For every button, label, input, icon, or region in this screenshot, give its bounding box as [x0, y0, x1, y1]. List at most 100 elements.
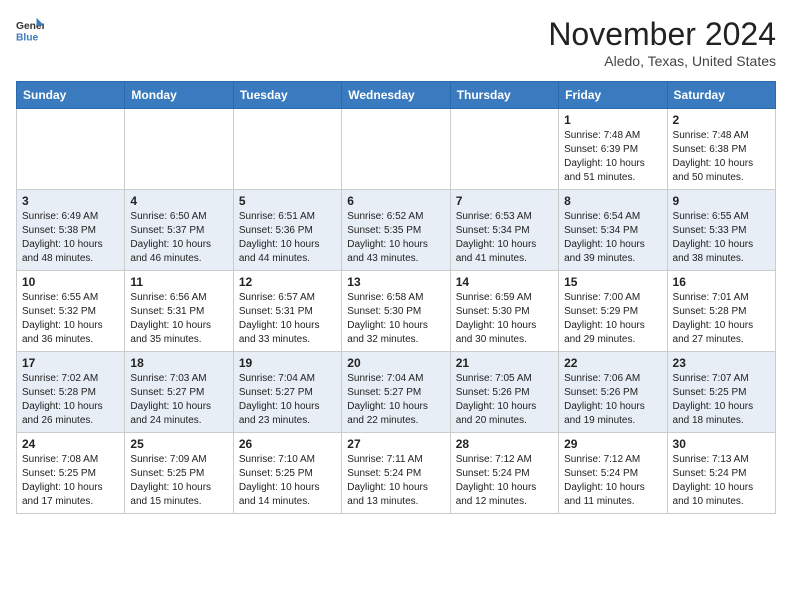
day-info: Sunrise: 7:03 AM Sunset: 5:27 PM Dayligh…	[130, 372, 227, 428]
day-number: 11	[130, 275, 227, 289]
day-info: Sunrise: 7:05 AM Sunset: 5:26 PM Dayligh…	[456, 372, 553, 428]
day-info: Sunrise: 7:08 AM Sunset: 5:25 PM Dayligh…	[22, 453, 119, 509]
day-number: 15	[564, 275, 661, 289]
day-info: Sunrise: 6:55 AM Sunset: 5:33 PM Dayligh…	[673, 210, 770, 266]
day-number: 24	[22, 437, 119, 451]
calendar-day-cell: 30Sunrise: 7:13 AM Sunset: 5:24 PM Dayli…	[667, 433, 775, 514]
calendar-day-cell: 23Sunrise: 7:07 AM Sunset: 5:25 PM Dayli…	[667, 352, 775, 433]
day-info: Sunrise: 6:58 AM Sunset: 5:30 PM Dayligh…	[347, 291, 444, 347]
calendar-day-cell: 25 Sunrise: 7:09 AM Sunset: 5:25 PM Dayli…	[125, 433, 233, 514]
calendar-week-row: 17 Sunrise: 7:02 AM Sunset: 5:28 PM Dayli…	[17, 352, 776, 433]
calendar-header-row: SundayMondayTuesdayWednesdayThursdayFrid…	[17, 82, 776, 109]
calendar-week-row: 24 Sunrise: 7:08 AM Sunset: 5:25 PM Dayli…	[17, 433, 776, 514]
calendar-body: 1 Sunrise: 7:48 AM Sunset: 6:39 PM Daylig…	[17, 109, 776, 514]
calendar-day-cell: 13 Sunrise: 6:58 AM Sunset: 5:30 PM Dayli…	[342, 271, 450, 352]
calendar-header-cell: Tuesday	[233, 82, 341, 109]
day-number: 27	[347, 437, 444, 451]
day-number: 7	[456, 194, 553, 208]
calendar-day-cell: 28 Sunrise: 7:12 AM Sunset: 5:24 PM Dayli…	[450, 433, 558, 514]
calendar-day-cell: 16 Sunrise: 7:01 AM Sunset: 5:28 PM Dayli…	[667, 271, 775, 352]
calendar-empty-cell	[342, 109, 450, 190]
calendar-week-row: 1 Sunrise: 7:48 AM Sunset: 6:39 PM Daylig…	[17, 109, 776, 190]
day-number: 28	[456, 437, 553, 451]
calendar-day-cell: 22Sunrise: 7:06 AM Sunset: 5:26 PM Dayli…	[559, 352, 667, 433]
page-header: General Blue November 2024 Aledo, Texas,…	[16, 16, 776, 69]
calendar-day-cell: 5 Sunrise: 6:51 AM Sunset: 5:36 PM Daylig…	[233, 190, 341, 271]
title-area: November 2024 Aledo, Texas, United State…	[548, 16, 776, 69]
day-number: 13	[347, 275, 444, 289]
day-info: Sunrise: 6:59 AM Sunset: 5:30 PM Dayligh…	[456, 291, 553, 347]
day-info: Sunrise: 7:48 AM Sunset: 6:38 PM Dayligh…	[673, 129, 770, 185]
day-info: Sunrise: 7:48 AM Sunset: 6:39 PM Dayligh…	[564, 129, 661, 185]
day-number: 14	[456, 275, 553, 289]
day-info: Sunrise: 6:51 AM Sunset: 5:36 PM Dayligh…	[239, 210, 336, 266]
calendar-day-cell: 18Sunrise: 7:03 AM Sunset: 5:27 PM Dayli…	[125, 352, 233, 433]
day-number: 4	[130, 194, 227, 208]
day-info: Sunrise: 7:02 AM Sunset: 5:28 PM Dayligh…	[22, 372, 119, 428]
logo-icon: General Blue	[16, 16, 44, 44]
calendar-day-cell: 27 Sunrise: 7:11 AM Sunset: 5:24 PM Dayli…	[342, 433, 450, 514]
calendar-day-cell: 1 Sunrise: 7:48 AM Sunset: 6:39 PM Daylig…	[559, 109, 667, 190]
calendar-empty-cell	[125, 109, 233, 190]
day-info: Sunrise: 6:54 AM Sunset: 5:34 PM Dayligh…	[564, 210, 661, 266]
calendar-header-cell: Sunday	[17, 82, 125, 109]
calendar-header-cell: Wednesday	[342, 82, 450, 109]
calendar-header-cell: Monday	[125, 82, 233, 109]
calendar-day-cell: 10Sunrise: 6:55 AM Sunset: 5:32 PM Dayli…	[17, 271, 125, 352]
day-number: 9	[673, 194, 770, 208]
day-number: 23	[673, 356, 770, 370]
calendar-empty-cell	[17, 109, 125, 190]
day-info: Sunrise: 7:04 AM Sunset: 5:27 PM Dayligh…	[347, 372, 444, 428]
day-number: 21	[456, 356, 553, 370]
calendar-week-row: 10Sunrise: 6:55 AM Sunset: 5:32 PM Dayli…	[17, 271, 776, 352]
calendar-day-cell: 12 Sunrise: 6:57 AM Sunset: 5:31 PM Dayli…	[233, 271, 341, 352]
calendar-day-cell: 11 Sunrise: 6:56 AM Sunset: 5:31 PM Dayli…	[125, 271, 233, 352]
calendar-header-cell: Friday	[559, 82, 667, 109]
day-number: 6	[347, 194, 444, 208]
day-info: Sunrise: 6:49 AM Sunset: 5:38 PM Dayligh…	[22, 210, 119, 266]
day-number: 12	[239, 275, 336, 289]
day-number: 19	[239, 356, 336, 370]
day-number: 17	[22, 356, 119, 370]
calendar-day-cell: 9 Sunrise: 6:55 AM Sunset: 5:33 PM Daylig…	[667, 190, 775, 271]
calendar-empty-cell	[233, 109, 341, 190]
day-number: 26	[239, 437, 336, 451]
day-info: Sunrise: 6:56 AM Sunset: 5:31 PM Dayligh…	[130, 291, 227, 347]
day-number: 29	[564, 437, 661, 451]
day-number: 2	[673, 113, 770, 127]
day-info: Sunrise: 6:52 AM Sunset: 5:35 PM Dayligh…	[347, 210, 444, 266]
calendar-day-cell: 4 Sunrise: 6:50 AM Sunset: 5:37 PM Daylig…	[125, 190, 233, 271]
day-info: Sunrise: 6:57 AM Sunset: 5:31 PM Dayligh…	[239, 291, 336, 347]
day-info: Sunrise: 7:10 AM Sunset: 5:25 PM Dayligh…	[239, 453, 336, 509]
day-info: Sunrise: 6:50 AM Sunset: 5:37 PM Dayligh…	[130, 210, 227, 266]
day-info: Sunrise: 7:04 AM Sunset: 5:27 PM Dayligh…	[239, 372, 336, 428]
day-info: Sunrise: 7:00 AM Sunset: 5:29 PM Dayligh…	[564, 291, 661, 347]
calendar-day-cell: 20 Sunrise: 7:04 AM Sunset: 5:27 PM Dayli…	[342, 352, 450, 433]
calendar-day-cell: 24 Sunrise: 7:08 AM Sunset: 5:25 PM Dayli…	[17, 433, 125, 514]
day-info: Sunrise: 7:12 AM Sunset: 5:24 PM Dayligh…	[456, 453, 553, 509]
day-number: 5	[239, 194, 336, 208]
day-number: 1	[564, 113, 661, 127]
calendar-header-cell: Saturday	[667, 82, 775, 109]
day-number: 8	[564, 194, 661, 208]
calendar-day-cell: 17 Sunrise: 7:02 AM Sunset: 5:28 PM Dayli…	[17, 352, 125, 433]
day-info: Sunrise: 7:01 AM Sunset: 5:28 PM Dayligh…	[673, 291, 770, 347]
location-title: Aledo, Texas, United States	[548, 53, 776, 69]
day-number: 25	[130, 437, 227, 451]
calendar-day-cell: 3 Sunrise: 6:49 AM Sunset: 5:38 PM Daylig…	[17, 190, 125, 271]
calendar-day-cell: 8 Sunrise: 6:54 AM Sunset: 5:34 PM Daylig…	[559, 190, 667, 271]
calendar-week-row: 3 Sunrise: 6:49 AM Sunset: 5:38 PM Daylig…	[17, 190, 776, 271]
day-number: 3	[22, 194, 119, 208]
calendar-day-cell: 14 Sunrise: 6:59 AM Sunset: 5:30 PM Dayli…	[450, 271, 558, 352]
day-info: Sunrise: 7:11 AM Sunset: 5:24 PM Dayligh…	[347, 453, 444, 509]
day-info: Sunrise: 7:12 AM Sunset: 5:24 PM Dayligh…	[564, 453, 661, 509]
calendar-day-cell: 21 Sunrise: 7:05 AM Sunset: 5:26 PM Dayli…	[450, 352, 558, 433]
day-number: 20	[347, 356, 444, 370]
logo: General Blue	[16, 16, 44, 44]
day-info: Sunrise: 7:09 AM Sunset: 5:25 PM Dayligh…	[130, 453, 227, 509]
day-number: 16	[673, 275, 770, 289]
calendar-day-cell: 26 Sunrise: 7:10 AM Sunset: 5:25 PM Dayli…	[233, 433, 341, 514]
day-number: 10	[22, 275, 119, 289]
day-info: Sunrise: 7:06 AM Sunset: 5:26 PM Dayligh…	[564, 372, 661, 428]
calendar-day-cell: 2 Sunrise: 7:48 AM Sunset: 6:38 PM Daylig…	[667, 109, 775, 190]
